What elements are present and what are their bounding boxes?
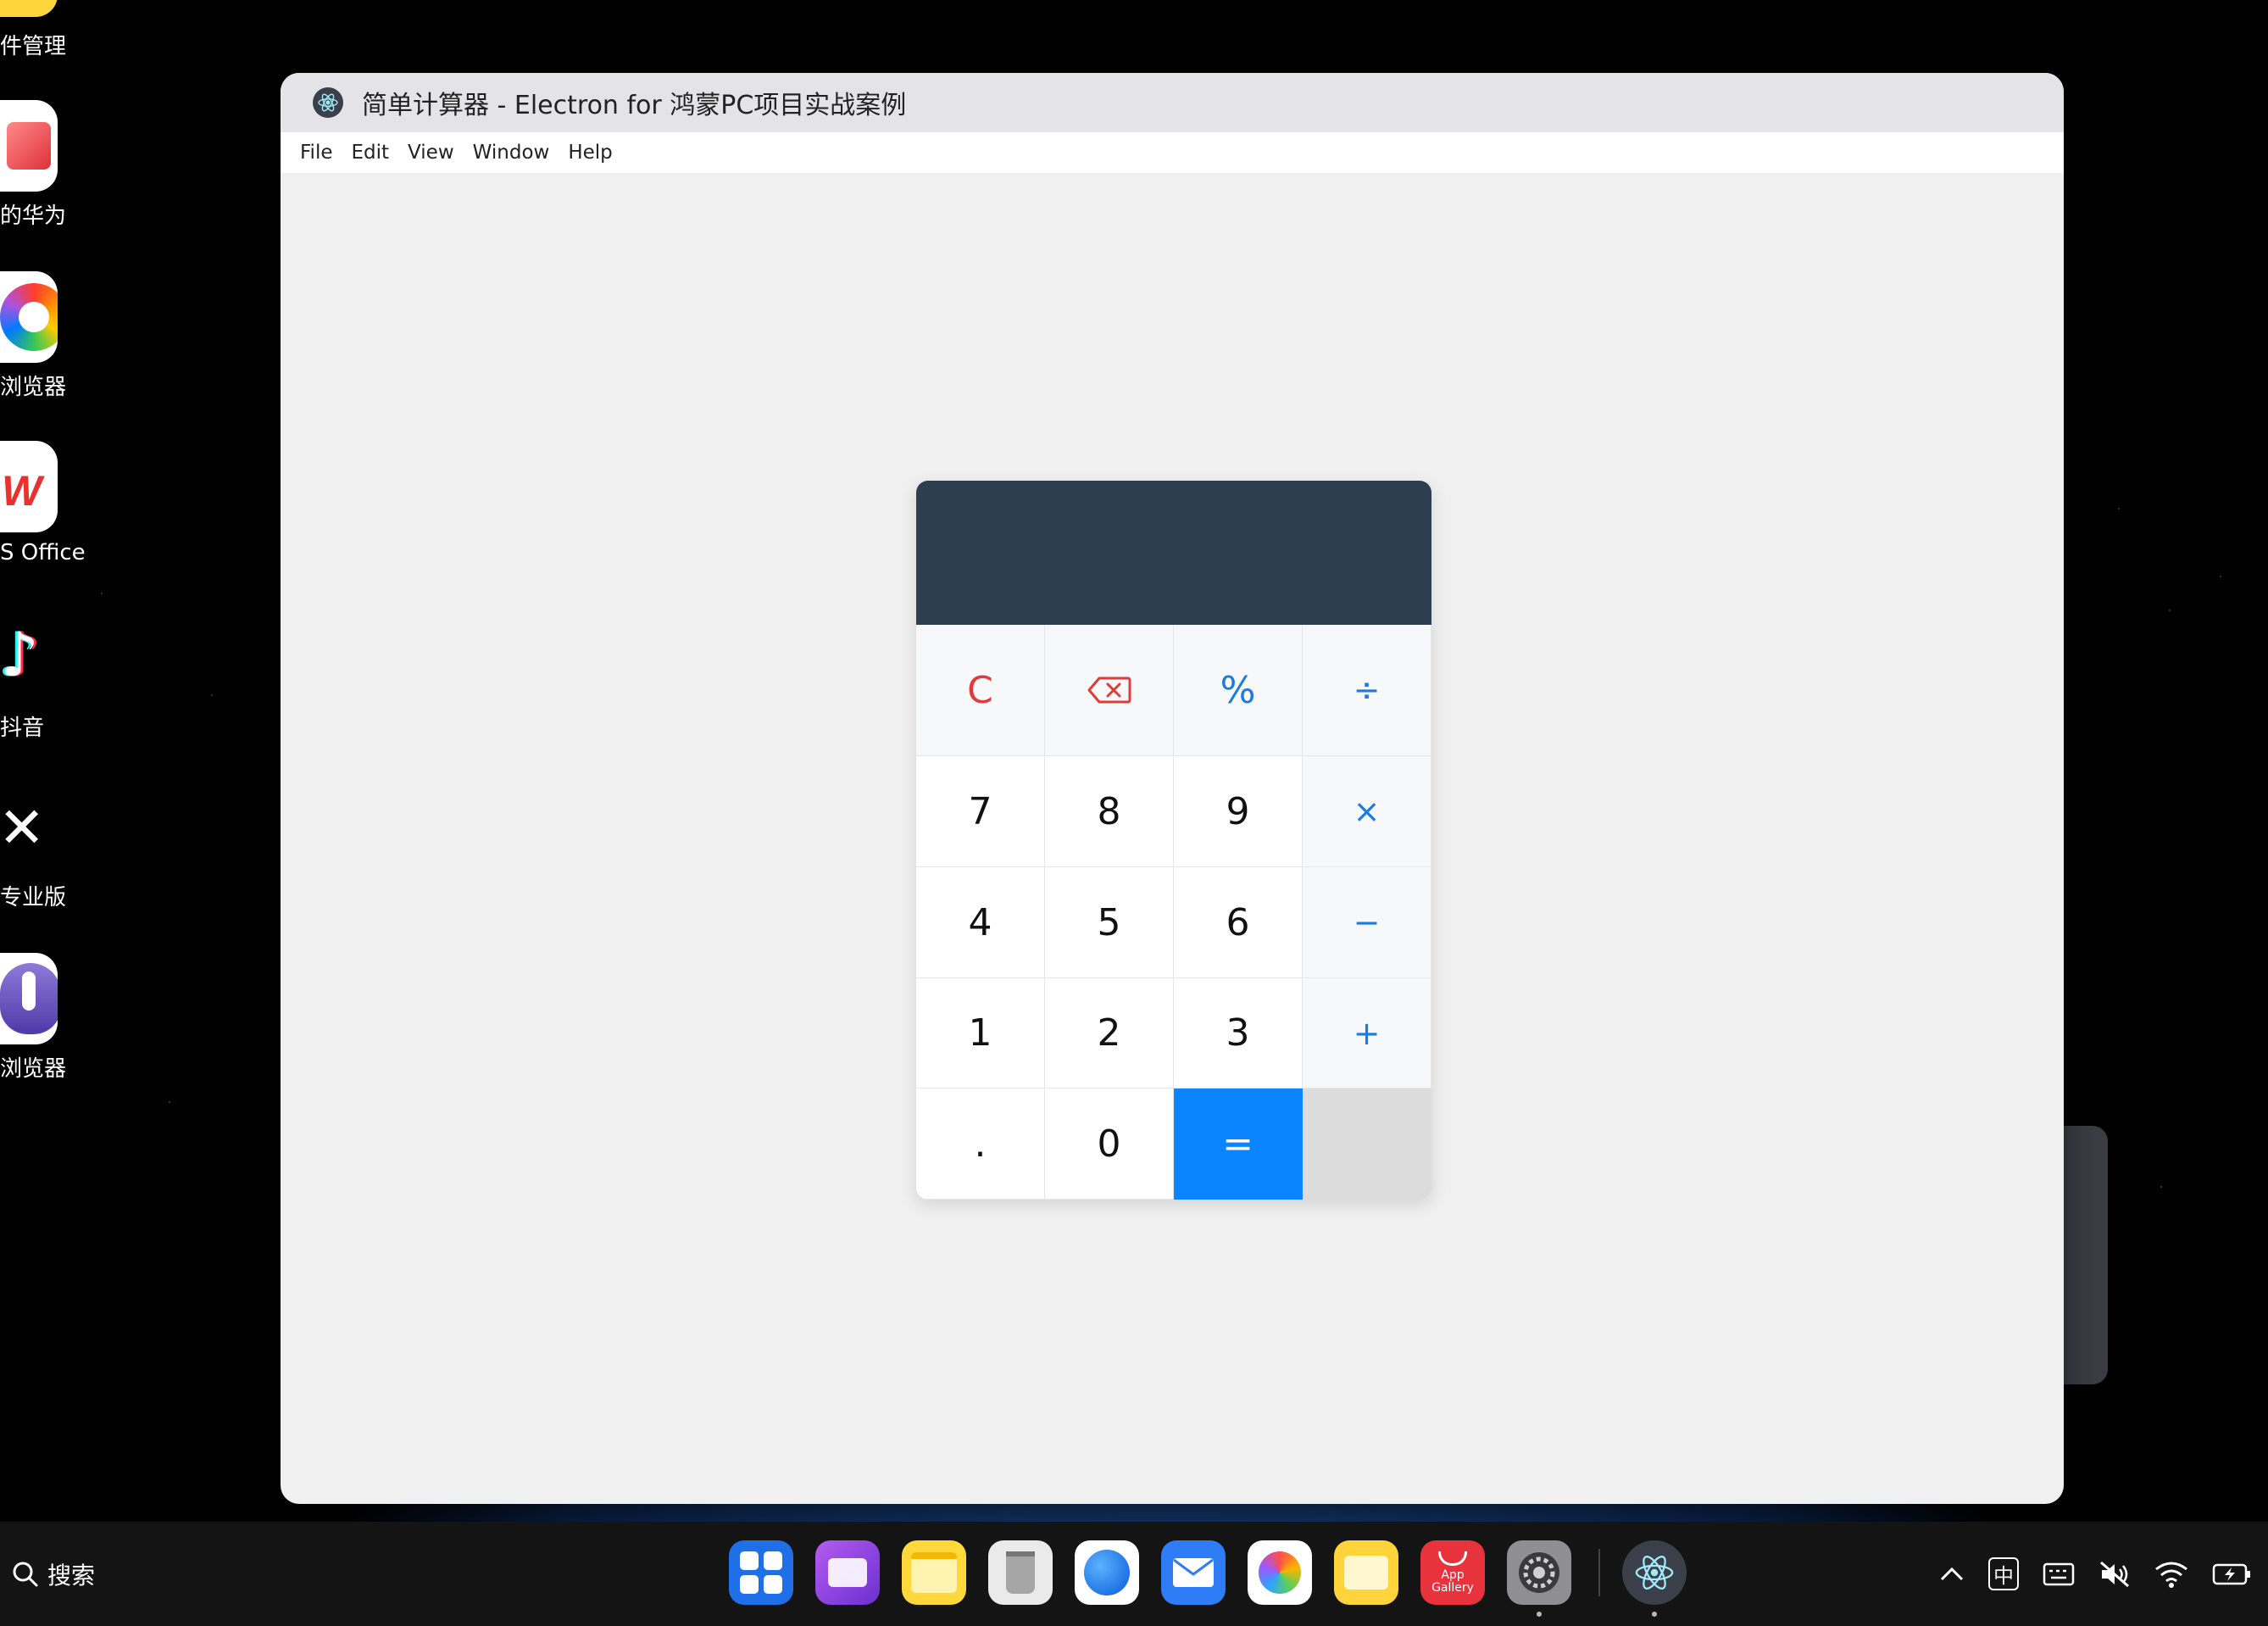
digit-4-button[interactable]: 4 (916, 867, 1045, 978)
digit-3-button[interactable]: 3 (1174, 978, 1303, 1089)
digit-5-button[interactable]: 5 (1045, 867, 1174, 978)
percent-button[interactable]: % (1174, 625, 1303, 756)
digit-7-button[interactable]: 7 (916, 756, 1045, 867)
digit-2-button[interactable]: 2 (1045, 978, 1174, 1089)
battery-charging-icon[interactable] (2212, 1562, 2251, 1586)
trash-icon[interactable] (988, 1540, 1053, 1605)
electron-dock-icon[interactable] (1622, 1540, 1687, 1617)
multiply-button[interactable]: × (1303, 756, 1431, 867)
capcut-pro-icon: ✕ (0, 780, 58, 871)
calculator-window: 简单计算器 - Electron for 鸿蒙PC项目实战案例 File Edi… (281, 73, 2064, 1504)
minus-button[interactable]: − (1303, 867, 1431, 978)
menu-help[interactable]: Help (559, 142, 621, 164)
taskbar: 搜索 App Gallery 中 (0, 1522, 2268, 1626)
digit-0-button[interactable]: 0 (1045, 1089, 1174, 1200)
wps-office-icon: W (0, 441, 58, 532)
input-method-indicator[interactable]: 中 (1988, 1557, 2019, 1590)
keyboard-icon[interactable] (2043, 1562, 2075, 1586)
notes-icon[interactable] (1334, 1540, 1398, 1605)
side-panel-peek[interactable] (2064, 1126, 2108, 1384)
my-huawei-icon (0, 100, 58, 192)
title-bar[interactable]: 简单计算器 - Electron for 鸿蒙PC项目实战案例 (281, 73, 2064, 132)
digit-9-button[interactable]: 9 (1174, 756, 1303, 867)
menu-edit[interactable]: Edit (342, 142, 399, 164)
browser-dock-icon[interactable] (1075, 1540, 1139, 1605)
calculator-display (916, 481, 1431, 625)
app-gallery-icon[interactable]: App Gallery (1420, 1540, 1485, 1605)
files-icon[interactable] (902, 1540, 966, 1605)
purple-browser-icon (0, 953, 58, 1044)
divide-button[interactable]: ÷ (1303, 625, 1431, 756)
wifi-icon[interactable] (2154, 1561, 2188, 1588)
gallery-icon[interactable] (1248, 1540, 1312, 1605)
file-manager-icon (0, 0, 58, 17)
equals-button[interactable]: = (1174, 1089, 1303, 1200)
search-icon (13, 1562, 38, 1586)
dock-apps: App Gallery (729, 1540, 1709, 1617)
system-tray: 中 (1915, 1522, 2251, 1626)
empty-key-slot (1303, 1089, 1431, 1200)
keypad: C % ÷ 7 8 9 × 4 5 6 − 1 2 3 + . 0 = (916, 625, 1431, 1200)
menu-view[interactable]: View (398, 142, 464, 164)
menu-file[interactable]: File (291, 142, 342, 164)
clear-button[interactable]: C (916, 625, 1045, 756)
plus-button[interactable]: + (1303, 978, 1431, 1089)
menu-window[interactable]: Window (464, 142, 559, 164)
search-label: 搜索 (47, 1561, 96, 1590)
decimal-button[interactable]: . (916, 1089, 1045, 1200)
backspace-button[interactable] (1045, 625, 1174, 756)
window-title: 简单计算器 - Electron for 鸿蒙PC项目实战案例 (362, 91, 907, 120)
digit-6-button[interactable]: 6 (1174, 867, 1303, 978)
chevron-up-icon[interactable] (1939, 1566, 1965, 1583)
multitask-icon[interactable] (815, 1540, 880, 1605)
backspace-icon (1087, 677, 1131, 704)
electron-app-icon (313, 87, 343, 118)
menu-bar: File Edit View Window Help (281, 132, 2064, 173)
calculator: C % ÷ 7 8 9 × 4 5 6 − 1 2 3 + . 0 = (916, 481, 1431, 1200)
browser-icon (0, 271, 58, 363)
digit-8-button[interactable]: 8 (1045, 756, 1174, 867)
volume-muted-icon[interactable] (2098, 1561, 2131, 1588)
digit-1-button[interactable]: 1 (916, 978, 1045, 1089)
app-launcher-icon[interactable] (729, 1540, 793, 1605)
search-button[interactable]: 搜索 (10, 1522, 95, 1626)
settings-icon[interactable] (1507, 1540, 1571, 1617)
douyin-icon: ♪ (0, 610, 58, 702)
mail-icon[interactable] (1161, 1540, 1226, 1605)
